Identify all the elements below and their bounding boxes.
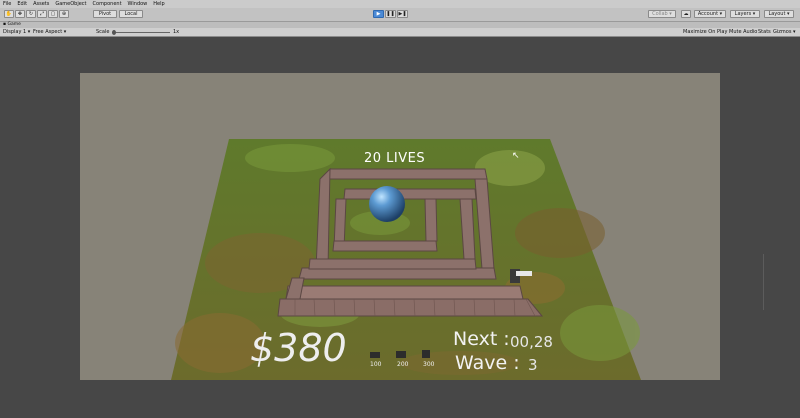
pause-button[interactable]: ❚❚ [385, 10, 396, 18]
wave-number: 3 [528, 356, 538, 374]
scale-slider-handle[interactable] [112, 29, 116, 35]
tower-3-cost[interactable]: 300 [423, 361, 434, 368]
scale-value: 1x [173, 29, 180, 35]
money-display: $380 [250, 326, 347, 370]
stats-toggle[interactable]: Stats [758, 28, 771, 36]
gizmos-dropdown[interactable]: Gizmos ▾ [773, 28, 796, 36]
next-label: Next : [453, 328, 510, 350]
scale-tool-icon[interactable]: ⤢ [37, 10, 47, 18]
game-icon: ▪ [3, 22, 7, 27]
menu-edit[interactable]: Edit [14, 0, 30, 8]
move-tool-icon[interactable]: ✥ [15, 10, 25, 18]
rect-tool-icon[interactable]: ▢ [48, 10, 58, 18]
account-dropdown[interactable]: Account ▾ [694, 10, 726, 18]
lives-counter: 20 LIVES [364, 151, 426, 166]
display-dropdown[interactable]: Display 1 ▾ [3, 28, 30, 36]
scale-label: Scale [96, 29, 110, 35]
mute-audio-toggle[interactable]: Mute Audio [729, 28, 757, 36]
hand-tool-icon[interactable]: ✋ [4, 10, 14, 18]
game-view-toolbar: Display 1 ▾ Free Aspect ▾ Scale 1x Maxim… [0, 28, 800, 37]
aspect-dropdown[interactable]: Free Aspect ▾ [33, 28, 66, 36]
game-tab-label: Game [7, 22, 21, 27]
gizmos-label: Gizmos [773, 29, 792, 35]
view-divider [763, 254, 764, 310]
tower-2-cost[interactable]: 200 [397, 361, 408, 368]
pivot-toggle[interactable]: Pivot [93, 10, 117, 18]
menu-window[interactable]: Window [125, 0, 151, 8]
main-toolbar: ✋ ✥ ↻ ⤢ ▢ ⊕ Pivot Local ▶ ❚❚ ▶❚ Collab ▾… [0, 8, 800, 22]
layers-dropdown[interactable]: Layers ▾ [730, 10, 760, 18]
tower-1-cost[interactable]: 100 [370, 361, 381, 368]
local-toggle[interactable]: Local [119, 10, 143, 18]
menu-gameobject[interactable]: GameObject [52, 0, 89, 8]
transform-tool-icon[interactable]: ⊕ [59, 10, 69, 18]
menu-bar: File Edit Assets GameObject Component Wi… [0, 0, 800, 8]
game-scene[interactable]: 20 LIVES $380 Next : 00,28 Wave : 3 100 … [80, 73, 720, 380]
orb-enemy [369, 186, 405, 222]
wave-label: Wave : [455, 352, 520, 374]
mouse-cursor-icon: ↖ [512, 151, 520, 161]
step-button[interactable]: ▶❚ [397, 10, 408, 18]
scale-slider-track[interactable] [112, 31, 170, 33]
next-timer: 00,28 [510, 333, 553, 351]
play-button[interactable]: ▶ [373, 10, 384, 18]
display-label: Display 1 [3, 29, 27, 35]
maximize-on-play-toggle[interactable]: Maximize On Play [683, 28, 727, 36]
menu-help[interactable]: Help [150, 0, 167, 8]
layout-dropdown[interactable]: Layout ▾ [764, 10, 794, 18]
menu-component[interactable]: Component [90, 0, 125, 8]
menu-assets[interactable]: Assets [30, 0, 52, 8]
menu-file[interactable]: File [0, 0, 14, 8]
rotate-tool-icon[interactable]: ↻ [26, 10, 36, 18]
scene-render [171, 139, 641, 380]
cloud-icon[interactable]: ☁ [681, 10, 691, 18]
aspect-label: Free Aspect [33, 29, 63, 35]
collab-dropdown[interactable]: Collab ▾ [648, 10, 676, 18]
